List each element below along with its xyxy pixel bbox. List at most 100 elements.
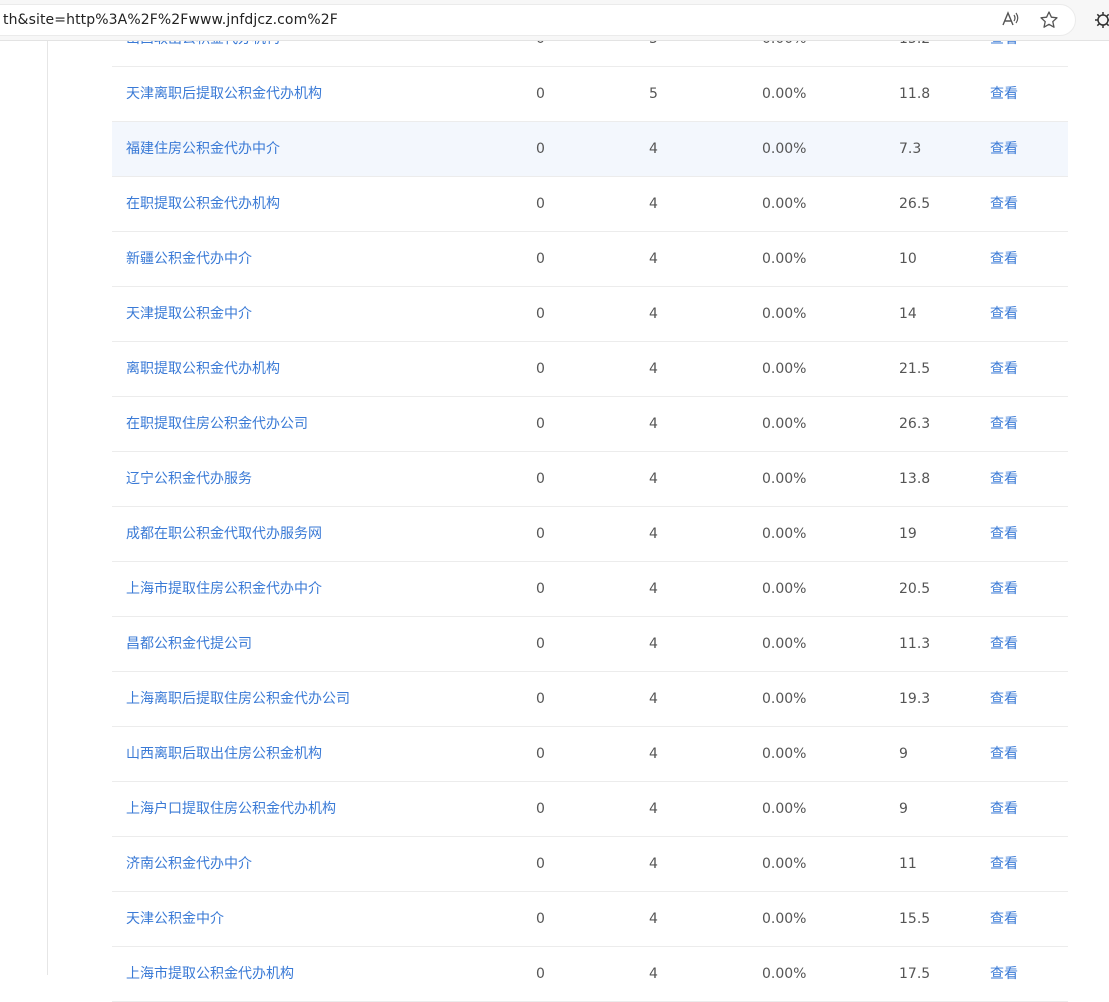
stat-cell: 0	[536, 691, 545, 707]
stat-cell: 15.5	[899, 911, 931, 927]
stat-cell: 9	[899, 746, 908, 762]
table-row: 济南公积金代办中介 0 4 0.00% 11 查看	[112, 837, 1068, 892]
percent-cell: 0.00%	[762, 141, 807, 157]
keyword-link[interactable]: 济南公积金代办中介	[126, 837, 252, 892]
stat-cell: 9	[899, 801, 908, 817]
stat-cell: 4	[649, 196, 658, 212]
view-link[interactable]: 查看	[990, 507, 1018, 562]
percent-cell: 0.00%	[762, 856, 807, 872]
keyword-link[interactable]: 成都在职公积金代取代办服务网	[126, 507, 322, 562]
stat-cell: 4	[649, 416, 658, 432]
keyword-link[interactable]: 在职提取住房公积金代办公司	[126, 397, 308, 452]
percent-cell: 0.00%	[762, 196, 807, 212]
keyword-link[interactable]: 在职提取公积金代办机构	[126, 177, 280, 232]
favorite-star-icon[interactable]	[1039, 10, 1059, 30]
stat-cell: 20.5	[899, 581, 931, 597]
stat-cell: 4	[649, 306, 658, 322]
view-link[interactable]: 查看	[990, 342, 1018, 397]
percent-cell: 0.00%	[762, 306, 807, 322]
keyword-link[interactable]: 上海市提取住房公积金代办中介	[126, 562, 322, 617]
keyword-link[interactable]: 新疆公积金代办中介	[126, 232, 252, 287]
stat-cell: 0	[536, 141, 545, 157]
read-aloud-icon[interactable]	[1000, 9, 1020, 29]
keyword-link[interactable]: 天津离职后提取公积金代办机构	[126, 67, 322, 122]
stat-cell: 19	[899, 526, 917, 542]
table-row: 辽宁公积金代办服务 0 4 0.00% 13.8 查看	[112, 452, 1068, 507]
address-bar[interactable]: th&site=http%3A%2F%2Fwww.jnfdjcz.com%2F	[0, 4, 1076, 36]
stat-cell: 19.3	[899, 691, 931, 707]
table-row: 新疆公积金代办中介 0 4 0.00% 10 查看	[112, 232, 1068, 287]
stat-cell: 0	[536, 581, 545, 597]
stat-cell: 21.5	[899, 361, 931, 377]
stat-cell: 7.3	[899, 141, 922, 157]
stat-cell: 4	[649, 691, 658, 707]
view-link[interactable]: 查看	[990, 232, 1018, 287]
stat-cell: 11	[899, 856, 917, 872]
view-link[interactable]: 查看	[990, 122, 1018, 177]
stat-cell: 0	[536, 911, 545, 927]
stat-cell: 11.3	[899, 636, 931, 652]
content-left-border	[47, 40, 48, 975]
keyword-link[interactable]: 天津公积金中介	[126, 892, 224, 947]
stat-cell: 0	[536, 636, 545, 652]
stat-cell: 4	[649, 361, 658, 377]
percent-cell: 0.00%	[762, 361, 807, 377]
address-bar-url[interactable]: th&site=http%3A%2F%2Fwww.jnfdjcz.com%2F	[3, 12, 338, 28]
keyword-link[interactable]: 昌都公积金代提公司	[126, 617, 252, 672]
view-link[interactable]: 查看	[990, 562, 1018, 617]
stat-cell: 10	[899, 251, 917, 267]
percent-cell: 0.00%	[762, 691, 807, 707]
stat-cell: 14	[899, 306, 917, 322]
view-link[interactable]: 查看	[990, 837, 1018, 892]
percent-cell: 0.00%	[762, 801, 807, 817]
view-link[interactable]: 查看	[990, 397, 1018, 452]
keyword-link[interactable]: 山西离职后取出住房公积金机构	[126, 727, 322, 782]
keyword-link[interactable]: 福建住房公积金代办中介	[126, 122, 280, 177]
table-row: 天津提取公积金中介 0 4 0.00% 14 查看	[112, 287, 1068, 342]
keyword-link[interactable]: 上海离职后提取住房公积金代办公司	[126, 672, 350, 727]
table-row: 成都在职公积金代取代办服务网 0 4 0.00% 19 查看	[112, 507, 1068, 562]
keyword-link[interactable]: 离职提取公积金代办机构	[126, 342, 280, 397]
view-link[interactable]: 查看	[990, 782, 1018, 837]
table-row: 福建住房公积金代办中介 0 4 0.00% 7.3 查看	[112, 122, 1068, 177]
stat-cell: 4	[649, 746, 658, 762]
stat-cell: 0	[536, 746, 545, 762]
stat-cell: 0	[536, 526, 545, 542]
view-link[interactable]: 查看	[990, 287, 1018, 342]
stat-cell: 13.8	[899, 471, 931, 487]
stat-cell: 0	[536, 416, 545, 432]
stat-cell: 4	[649, 581, 658, 597]
stat-cell: 0	[536, 196, 545, 212]
keyword-link[interactable]: 上海户口提取住房公积金代办机构	[126, 782, 336, 837]
stat-cell: 26.5	[899, 196, 931, 212]
table-row: 山西离职后取出住房公积金机构 0 4 0.00% 9 查看	[112, 727, 1068, 782]
table-row: 上海市提取住房公积金代办中介 0 4 0.00% 20.5 查看	[112, 562, 1068, 617]
extension-icon[interactable]	[1094, 11, 1109, 29]
table-row: 在职提取住房公积金代办公司 0 4 0.00% 26.3 查看	[112, 397, 1068, 452]
stat-cell: 0	[536, 361, 545, 377]
view-link[interactable]: 查看	[990, 672, 1018, 727]
stat-cell: 4	[649, 526, 658, 542]
view-link[interactable]: 查看	[990, 452, 1018, 507]
percent-cell: 0.00%	[762, 911, 807, 927]
stat-cell: 11.8	[899, 86, 931, 102]
percent-cell: 0.00%	[762, 471, 807, 487]
stat-cell: 0	[536, 306, 545, 322]
view-link[interactable]: 查看	[990, 67, 1018, 122]
table-row: 上海户口提取住房公积金代办机构 0 4 0.00% 9 查看	[112, 782, 1068, 837]
stat-cell: 0	[536, 801, 545, 817]
percent-cell: 0.00%	[762, 251, 807, 267]
view-link[interactable]: 查看	[990, 617, 1018, 672]
table-row: 离职提取公积金代办机构 0 4 0.00% 21.5 查看	[112, 342, 1068, 397]
stat-cell: 4	[649, 251, 658, 267]
keyword-link[interactable]: 辽宁公积金代办服务	[126, 452, 252, 507]
view-link[interactable]: 查看	[990, 892, 1018, 947]
table-row: 上海离职后提取住房公积金代办公司 0 4 0.00% 19.3 查看	[112, 672, 1068, 727]
view-link[interactable]: 查看	[990, 727, 1018, 782]
keyword-link[interactable]: 天津提取公积金中介	[126, 287, 252, 342]
view-link[interactable]: 查看	[990, 177, 1018, 232]
percent-cell: 0.00%	[762, 746, 807, 762]
table-row: 天津公积金中介 0 4 0.00% 15.5 查看	[112, 892, 1068, 947]
stat-cell: 4	[649, 856, 658, 872]
browser-toolbar: th&site=http%3A%2F%2Fwww.jnfdjcz.com%2F	[0, 0, 1109, 41]
